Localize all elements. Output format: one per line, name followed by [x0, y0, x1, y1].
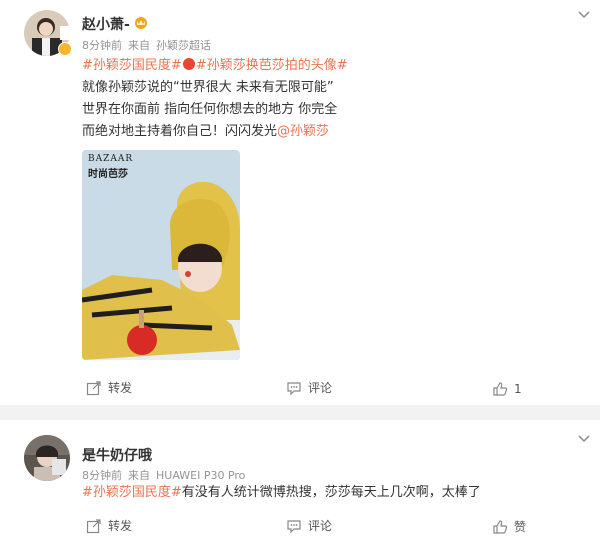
comment-icon [287, 381, 301, 395]
repost-label: 转发 [108, 381, 133, 395]
repost-button[interactable]: 转发 [86, 517, 132, 534]
like-count: 1 [514, 382, 522, 396]
hashtag-link[interactable]: #孙颖莎国民度# [82, 58, 182, 73]
author-name[interactable]: 赵小萧- [82, 14, 130, 34]
magazine-title-cn: 时尚芭莎 [88, 169, 128, 180]
chevron-down-icon[interactable] [576, 6, 592, 22]
comment-button[interactable]: 评论 [286, 379, 332, 396]
post-time[interactable]: 8分钟前 [82, 39, 122, 52]
post-content: #孙颖莎国民度# #孙颖莎换芭莎拍的头像# 就像孙颖莎说的“世界很大 未来有无限可… [82, 55, 348, 143]
crown-icon [134, 14, 148, 29]
thumbs-up-icon [493, 519, 508, 534]
content-line: 就像孙颖莎说的“世界很大 未来有无限可能” [82, 80, 334, 95]
post-meta: 8分钟前 来自 孙颖莎超话 [82, 37, 217, 53]
post-source[interactable]: HUAWEI P30 Pro [156, 469, 245, 482]
repost-button[interactable]: 转发 [86, 379, 132, 396]
weibo-post: 赵小萧- 8分钟前 来自 孙颖莎超话 #孙颖莎国民度# #孙颖莎换芭莎拍的头像# 就像… [0, 0, 600, 405]
comment-button[interactable]: 评论 [286, 517, 332, 534]
hashtag-link[interactable]: #孙颖莎国民度# [82, 485, 182, 500]
post-photo[interactable]: BAZAAR 时尚芭莎 [82, 150, 240, 360]
content-line: 有没有人统计微博热搜，莎莎每天上几次啊，太棒了 [181, 485, 481, 500]
thumbs-up-icon [493, 382, 508, 396]
content-line: 而绝对地主持着你自己！闪闪发光 [82, 124, 278, 139]
repost-label: 转发 [108, 519, 133, 533]
like-button[interactable]: 1 [492, 381, 522, 397]
post-time[interactable]: 8分钟前 [82, 469, 122, 482]
weibo-post: 是牛奶仔哦 8分钟前 来自 HUAWEI P30 Pro #孙颖莎国民度#有没有人统… [0, 420, 600, 544]
post-meta: 8分钟前 来自 HUAWEI P30 Pro [82, 467, 251, 483]
content-line: 世界在你面前 指向任何你想去的地方 你完全 [82, 102, 338, 117]
share-icon [86, 380, 101, 395]
avatar[interactable] [24, 435, 70, 481]
verified-badge-icon [58, 42, 72, 56]
comment-icon [287, 519, 301, 533]
like-label: 赞 [514, 520, 527, 534]
post-content: #孙颖莎国民度#有没有人统计微博热搜，莎莎每天上几次啊，太棒了 [82, 482, 481, 504]
comment-label: 评论 [308, 381, 333, 395]
topic-bubble-icon [182, 58, 195, 70]
source-prefix: 来自 [128, 39, 150, 52]
source-prefix: 来自 [128, 469, 150, 482]
magazine-title: BAZAAR [88, 154, 134, 164]
comment-label: 评论 [308, 519, 333, 533]
share-icon [86, 518, 101, 533]
hashtag-link[interactable]: #孙颖莎换芭莎拍的头像# [196, 58, 348, 73]
chevron-down-icon[interactable] [576, 430, 592, 446]
mention-link[interactable]: @孙颖莎 [277, 124, 329, 139]
author-name[interactable]: 是牛奶仔哦 [82, 445, 152, 465]
post-source[interactable]: 孙颖莎超话 [156, 39, 211, 52]
like-button[interactable]: 赞 [492, 518, 526, 535]
